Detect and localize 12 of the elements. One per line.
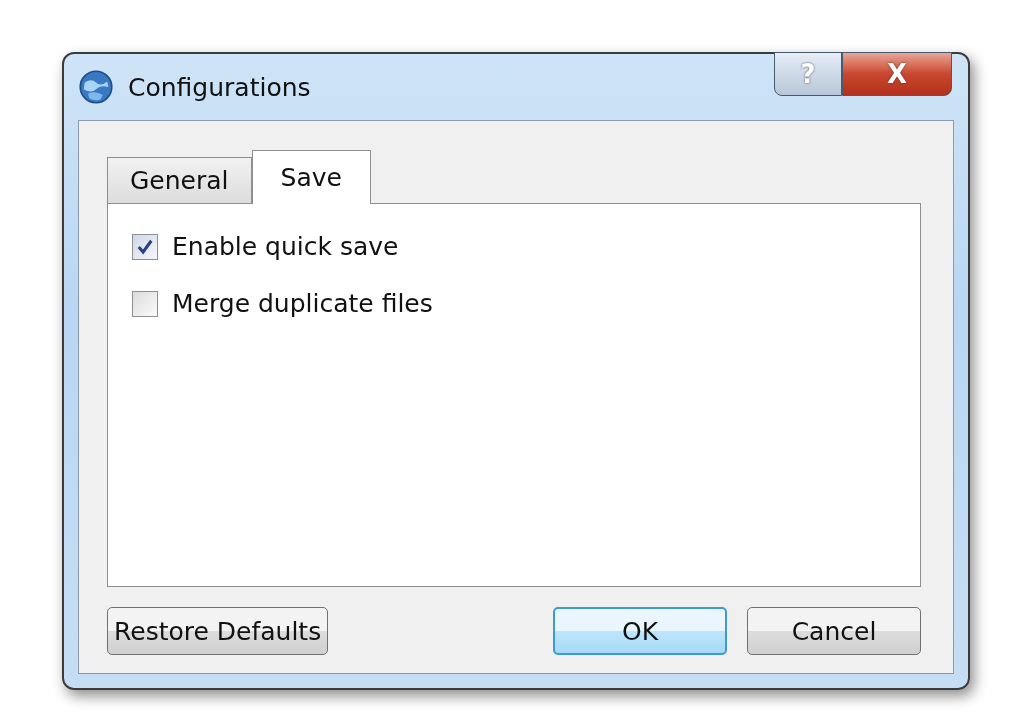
checkbox[interactable]: [132, 290, 158, 317]
checkbox-label[interactable]: Enable quick save: [172, 232, 399, 261]
restore-defaults-button[interactable]: Restore Defaults: [107, 607, 329, 655]
tab[interactable]: Save: [251, 150, 371, 204]
cancel-button[interactable]: Cancel: [747, 607, 921, 655]
globe-icon: [78, 69, 114, 105]
window-title: Configurations: [128, 72, 311, 102]
tab[interactable]: General: [107, 157, 252, 203]
close-button[interactable]: X: [842, 52, 952, 96]
ok-button[interactable]: OK: [553, 607, 727, 655]
checkbox[interactable]: [132, 233, 158, 260]
checkbox-label[interactable]: Merge duplicate files: [172, 289, 433, 318]
